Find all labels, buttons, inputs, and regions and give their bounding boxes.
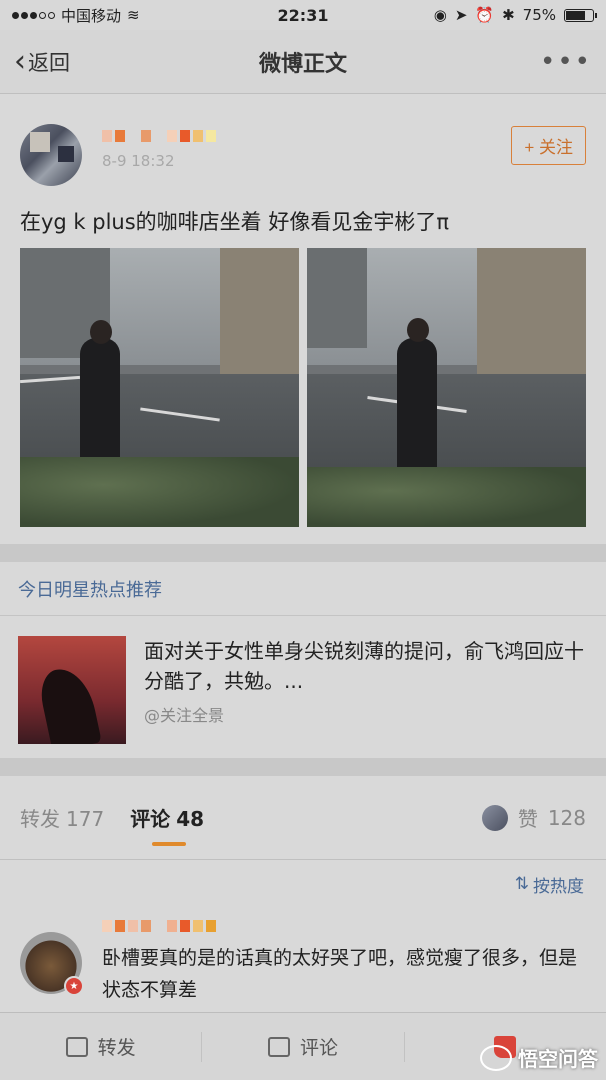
- post-time: 8-9 18:32: [102, 152, 175, 170]
- recommendation-thumbnail: [18, 636, 126, 744]
- comment-item: ★ 卧槽要真的是的话真的太好哭了吧，感觉瘦了很多，但是状态不算差: [0, 908, 606, 1028]
- back-label: 返回: [28, 50, 70, 75]
- status-bar: 中国移动 ≋ 22:31 ◉ ➤ ⏰ ✱ 75%: [0, 0, 606, 30]
- recommendation-text: 面对关于女性单身尖锐刻薄的提问，俞飞鸿回应十分酷了，共勉。...: [144, 639, 584, 693]
- recommendation-title[interactable]: 今日明星热点推荐: [0, 562, 606, 616]
- watermark: 悟空问答: [480, 1043, 598, 1072]
- repost-button[interactable]: 转发: [0, 1031, 203, 1062]
- commenter-name-pixelated[interactable]: [102, 916, 586, 936]
- alarm-icon: ⏰: [475, 6, 495, 24]
- author-name-pixelated[interactable]: [102, 126, 511, 146]
- recommendation-section: 今日明星热点推荐 面对关于女性单身尖锐刻薄的提问，俞飞鸿回应十分酷了，共勉。..…: [0, 562, 606, 758]
- active-tab-indicator: [152, 842, 187, 846]
- battery-icon: [564, 8, 597, 22]
- comment-button[interactable]: 评论: [202, 1031, 405, 1062]
- tab-like-label: 赞: [517, 807, 538, 831]
- navigation-bar: ‹ 返回 微博正文 •••: [0, 30, 606, 94]
- recommendation-item[interactable]: 面对关于女性单身尖锐刻薄的提问，俞飞鸿回应十分酷了，共勉。... @关注全景: [0, 616, 606, 758]
- tab-repost-count: 177: [66, 807, 105, 831]
- commenter-avatar[interactable]: ★: [20, 932, 84, 996]
- share-icon: [65, 1036, 88, 1057]
- follow-button[interactable]: + 关注: [511, 126, 586, 165]
- post-text: 在yg k plus的咖啡店坐着 好像看见金宇彬了π: [20, 210, 450, 234]
- liker-avatar: [481, 804, 508, 831]
- post-photos: [20, 248, 586, 527]
- tab-repost[interactable]: 转发 177: [20, 803, 104, 832]
- rotation-lock-icon: ◉: [433, 6, 447, 24]
- tab-comment-count: 48: [176, 807, 205, 831]
- chevron-left-icon: ‹: [14, 43, 26, 79]
- location-icon: ➤: [454, 6, 468, 24]
- author-avatar[interactable]: [20, 124, 82, 186]
- tab-likes[interactable]: 赞 128: [481, 803, 586, 832]
- wukong-logo-icon: [480, 1044, 512, 1071]
- repost-button-label: 转发: [97, 1037, 136, 1059]
- more-options-button[interactable]: •••: [472, 47, 592, 77]
- comment-icon: [267, 1036, 290, 1057]
- post-photo-2[interactable]: [307, 248, 586, 527]
- sort-label: 按热度: [533, 876, 584, 897]
- recommendation-source: @关注全景: [144, 706, 225, 725]
- page-title: 微博正文: [258, 51, 347, 77]
- wifi-icon: ≋: [127, 6, 140, 24]
- tab-comment[interactable]: 评论 48: [130, 803, 205, 846]
- comment-text: 卧槽要真的是的话真的太好哭了吧，感觉瘦了很多，但是状态不算差: [102, 947, 578, 1001]
- tab-repost-label: 转发: [20, 807, 60, 831]
- carrier-label: 中国移动: [61, 6, 122, 25]
- status-time: 22:31: [277, 5, 329, 25]
- interaction-tabs: 转发 177 评论 48 赞 128: [0, 776, 606, 860]
- tab-comment-label: 评论: [130, 807, 171, 831]
- post-author: 8-9 18:32 + 关注: [20, 124, 586, 186]
- sort-control[interactable]: ⇅ 按热度: [0, 860, 606, 908]
- watermark-text: 悟空问答: [518, 1047, 598, 1071]
- back-button[interactable]: ‹ 返回: [14, 43, 134, 79]
- bluetooth-icon: ✱: [502, 6, 515, 24]
- vip-badge-icon: ★: [64, 976, 84, 996]
- signal-icon: [12, 11, 55, 19]
- comment-button-label: 评论: [299, 1037, 338, 1059]
- post-photo-1[interactable]: [20, 248, 299, 527]
- tab-like-count: 128: [547, 805, 586, 830]
- weibo-post: 8-9 18:32 + 关注 在yg k plus的咖啡店坐着 好像看见金宇彬了…: [0, 94, 606, 544]
- battery-percent: 75%: [522, 6, 556, 24]
- sort-icon: ⇅: [514, 874, 529, 894]
